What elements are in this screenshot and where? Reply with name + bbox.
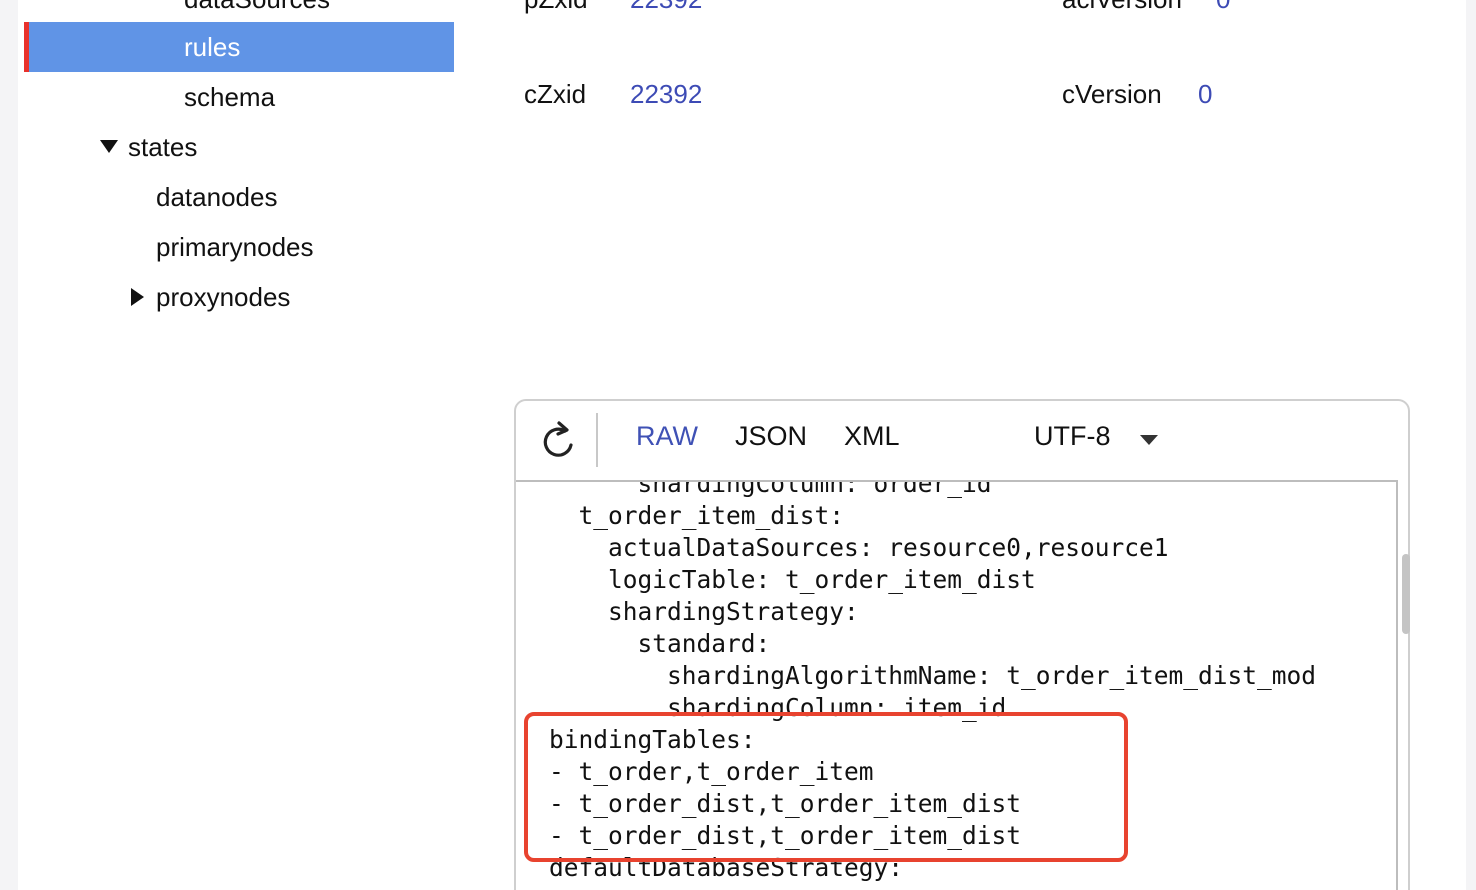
- stat-value-aclversion: 0: [1216, 0, 1230, 15]
- tree-item-label: primarynodes: [156, 232, 314, 262]
- code-line: - t_order_dist,t_order_item_dist: [549, 789, 1022, 818]
- code-line: actualDataSources: resource0,resource1: [549, 533, 1169, 562]
- toolbar-divider: [596, 413, 598, 467]
- node-data-editor: RAW JSON XML UTF-8 shardingColumn: order…: [514, 399, 1410, 890]
- editor-toolbar: RAW JSON XML UTF-8: [516, 401, 1408, 479]
- tree-item-label: rules: [184, 32, 241, 62]
- code-line: - t_order,t_order_item: [549, 757, 874, 786]
- tree-item-schema[interactable]: schema: [184, 72, 275, 122]
- collapsed-triangle-icon[interactable]: [131, 288, 144, 306]
- tree-item-proxynodes[interactable]: proxynodes: [156, 272, 290, 322]
- stat-value-cversion: 0: [1198, 79, 1213, 109]
- code-line: shardingAlgorithmName: t_order_item_dist…: [549, 661, 1317, 690]
- chevron-down-icon[interactable]: [1140, 435, 1158, 445]
- code-line: standard:: [549, 629, 771, 658]
- zookeeper-browser: dataSources rules schema states datanode…: [18, 0, 1466, 890]
- tree-item-label: schema: [184, 82, 276, 112]
- refresh-icon[interactable]: [540, 419, 576, 461]
- format-json-button[interactable]: JSON: [735, 421, 807, 452]
- code-line: shardingStrategy:: [549, 597, 859, 626]
- stat-label-pzxid: pZxid: [524, 0, 588, 15]
- expanded-triangle-icon[interactable]: [100, 140, 118, 153]
- stat-value-czxid: 22392: [630, 79, 703, 109]
- tree-item-datanodes[interactable]: datanodes: [156, 172, 277, 222]
- code-line: defaultDatabaseStrategy:: [549, 853, 904, 882]
- tree-item-datasources[interactable]: dataSources: [184, 0, 330, 24]
- tree-item-primarynodes[interactable]: primarynodes: [156, 222, 314, 272]
- code-line: bindingTables:: [549, 725, 756, 754]
- code-line: - t_order_dist,t_order_item_dist: [549, 821, 1022, 850]
- tree-item-label: dataSources: [184, 0, 330, 14]
- format-raw-button[interactable]: RAW: [636, 421, 698, 452]
- code-line: t_order_item_dist:: [549, 501, 845, 530]
- format-xml-button[interactable]: XML: [844, 421, 900, 452]
- tree-item-label: proxynodes: [156, 282, 291, 312]
- tree-item-rules[interactable]: rules: [24, 22, 454, 72]
- stat-value-pzxid: 22392: [630, 0, 702, 15]
- stat-label-czxid: cZxid: [524, 79, 587, 109]
- code-viewer[interactable]: shardingColumn: order_id t_order_item_di…: [516, 480, 1398, 890]
- code-line: shardingColumn: item_id: [549, 693, 1007, 722]
- code-line: logicTable: t_order_item_dist: [549, 565, 1036, 594]
- tree-item-states[interactable]: states: [128, 122, 197, 172]
- encoding-select[interactable]: UTF-8: [1034, 421, 1111, 452]
- code-line: shardingColumn: order_id: [549, 480, 992, 498]
- stat-label-aclversion: aclVersion: [1062, 0, 1182, 15]
- stat-label-cversion: cVersion: [1062, 79, 1162, 109]
- scrollbar-thumb[interactable]: [1402, 554, 1410, 634]
- tree-item-label: states: [128, 132, 198, 162]
- tree-item-label: datanodes: [156, 182, 278, 212]
